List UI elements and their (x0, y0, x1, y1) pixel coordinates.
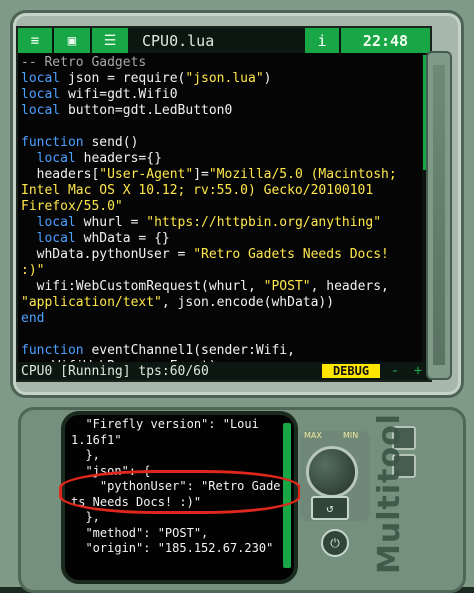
code-token: local (21, 87, 68, 102)
code-token: headers={} (83, 151, 162, 166)
editor-titlebar: ≡ ▣ ☰ CPU0.lua i 22:48 (18, 28, 430, 53)
code-token: local (21, 103, 68, 118)
minus-button[interactable]: - (387, 363, 403, 379)
document-button[interactable]: ☰ (92, 28, 130, 53)
monitor-scrollbar[interactable] (283, 423, 291, 568)
monitor-line: }, (71, 510, 100, 524)
clock-time: 22:48 (341, 28, 430, 53)
code-line: "application/text", json.encode(whData)) (21, 295, 422, 311)
code-token: headers[ (21, 167, 100, 182)
code-token: function (21, 343, 92, 358)
code-token: whurl = (83, 215, 147, 230)
monitor-line: "pythonUser": "Retro Gade (71, 479, 281, 493)
gamepad-icon: ▣ (67, 32, 77, 49)
code-line: function eventChannel1(sender:Wifi, (21, 343, 422, 359)
code-line: local json = require("json.lua") (21, 71, 422, 87)
code-token: wifi:WebCustomRequest(whurl, (21, 279, 264, 294)
code-token: json = require( (67, 71, 186, 86)
code-token: local (21, 215, 84, 230)
code-token: wifi=gdt.Wifi0 (67, 87, 178, 102)
code-token: local (21, 231, 84, 246)
code-editor-screen: ≡ ▣ ☰ CPU0.lua i 22:48 -- Retro Gadgets l… (16, 26, 432, 382)
info-button[interactable]: i (305, 28, 341, 53)
debug-button[interactable]: DEBUG (322, 364, 380, 378)
side-indicator (426, 51, 452, 380)
plus-button[interactable]: + (410, 363, 426, 379)
code-token: whData = {} (83, 231, 170, 246)
code-token: function (21, 135, 92, 150)
code-token: , json.encode(whData)) (161, 295, 335, 310)
code-line: local whurl = "https://httpbin.org/anyth… (21, 215, 422, 231)
status-text: CPU0 [Running] tps:60/60 (21, 363, 209, 379)
code-line: function send() (21, 135, 422, 151)
code-token: eventChannel1(sender:Wifi, (91, 343, 295, 358)
code-token: "Retro Gadets Needs Docs! (193, 247, 389, 262)
code-token: , headers, (310, 279, 389, 294)
code-line: -- Retro Gadgets (21, 55, 422, 71)
code-token: "User-Agent" (99, 167, 194, 182)
status-bar: CPU0 [Running] tps:60/60 DEBUG - + (18, 362, 430, 380)
code-token: end (21, 311, 45, 326)
code-area[interactable]: -- Retro Gadgets local json = require("js… (18, 54, 422, 366)
monitor-line: "origin": "185.152.67.230" (71, 541, 274, 555)
gamepad-button[interactable]: ▣ (54, 28, 92, 53)
gadget-device: ≡ ▣ ☰ CPU0.lua i 22:48 -- Retro Gadgets l… (0, 0, 474, 593)
code-token: ]= (193, 167, 209, 182)
code-line: Intel Mac OS X 10.12; rv:55.0) Gecko/201… (21, 183, 422, 199)
code-token: Firefox/55.0" (21, 199, 123, 214)
reset-button[interactable]: ↺ (311, 496, 349, 520)
monitor-line: 1.16f1" (71, 432, 122, 447)
code-token: button=gdt.LedButton0 (67, 103, 233, 118)
code-token: send() (91, 135, 139, 150)
code-line: end (21, 311, 422, 327)
monitor-line: ts Needs Docs! :)" (71, 494, 202, 509)
code-line: headers["User-Agent"]="Mozilla/5.0 (Maci… (21, 167, 422, 183)
code-token: "application/text" (21, 295, 162, 310)
monitor-line: "Firefly version": "Loui (71, 417, 259, 431)
document-icon: ☰ (103, 32, 117, 49)
monitor-line: }, (71, 448, 100, 462)
menu-icon: ≡ (30, 32, 40, 49)
code-token: Intel Mac OS X 10.12; rv:55.0) Gecko/201… (21, 183, 374, 198)
code-token: "json.lua" (185, 71, 264, 86)
output-monitor: "Firefly version": "Loui 1.16f1" }, "json… (61, 411, 298, 584)
power-button[interactable]: ⏻ (321, 529, 349, 557)
monitor-line: "method": "POST", (71, 525, 209, 540)
code-line: local wifi=gdt.Wifi0 (21, 87, 422, 103)
code-token: whData.pythonUser = (21, 247, 194, 262)
code-line: :)" (21, 263, 422, 279)
code-token: "POST" (263, 279, 311, 294)
code-token: ) (263, 71, 272, 86)
brand-logo: Multitool (372, 413, 407, 574)
max-label: MAX (304, 431, 322, 440)
code-token: "https://httpbin.org/anything" (146, 215, 382, 230)
power-icon: ⏻ (330, 535, 340, 550)
monitor-output-text: "Firefly version": "Loui 1.16f1" }, "json… (71, 417, 281, 577)
volume-knob[interactable] (306, 446, 358, 498)
code-line: wifi:WebCustomRequest(whurl, "POST", hea… (21, 279, 422, 295)
code-token: "Mozilla/5.0 (Macintosh; (208, 167, 397, 182)
code-line: Firefox/55.0" (21, 199, 422, 215)
min-label: MIN (343, 431, 359, 440)
code-line: whData.pythonUser = "Retro Gadets Needs … (21, 247, 422, 263)
info-icon: i (317, 31, 327, 50)
code-line: local headers={} (21, 151, 422, 167)
monitor-line: "json": { (71, 463, 151, 478)
code-token: local (21, 71, 68, 86)
code-line: local whData = {} (21, 231, 422, 247)
code-line: local button=gdt.LedButton0 (21, 103, 422, 119)
code-token: local (21, 151, 84, 166)
code-token: :)" (21, 263, 45, 278)
menu-button[interactable]: ≡ (18, 28, 54, 53)
code-token: -- Retro Gadgets (21, 55, 147, 70)
reset-icon: ↺ (326, 501, 334, 515)
